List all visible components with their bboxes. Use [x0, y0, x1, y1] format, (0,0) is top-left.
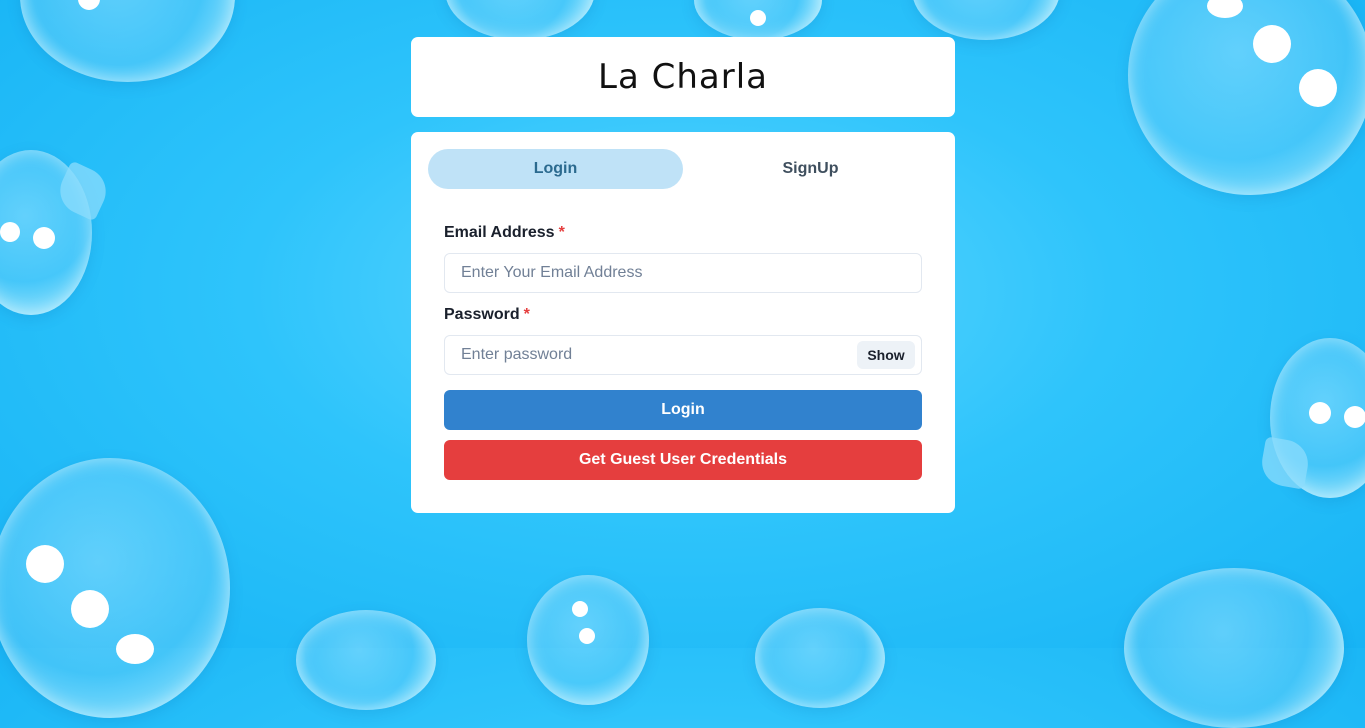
app-title: La Charla [598, 57, 768, 97]
show-password-button[interactable]: Show [857, 341, 915, 369]
password-field: Show [444, 335, 922, 375]
chat-bubble-decoration [0, 458, 230, 718]
tab-signup[interactable]: SignUp [683, 149, 938, 189]
chat-bubble-decoration [20, 0, 235, 82]
auth-card: Login SignUp Email Address* Password* Sh… [411, 132, 955, 513]
bubble-dot [33, 227, 55, 249]
chat-bubble-decoration [445, 0, 595, 40]
chat-bubble-decoration [912, 0, 1060, 40]
login-button[interactable]: Login [444, 390, 922, 430]
email-label-text: Email Address [444, 224, 555, 241]
required-mark: * [558, 224, 565, 241]
auth-tabs: Login SignUp [428, 149, 938, 189]
bubble-dot [750, 10, 766, 26]
password-input[interactable] [445, 336, 921, 374]
bubble-dot [1344, 406, 1365, 428]
chat-bubble-decoration [296, 610, 436, 710]
bubble-dot [26, 545, 64, 583]
bubble-dot [1253, 25, 1291, 63]
bubble-dot [579, 628, 595, 644]
bubble-dot [1299, 69, 1337, 107]
email-input[interactable] [445, 254, 921, 292]
chat-bubble-decoration [1124, 568, 1344, 728]
email-field [444, 253, 922, 293]
email-label: Email Address * [444, 224, 565, 242]
bubble-dot [0, 222, 20, 242]
tab-login[interactable]: Login [428, 149, 683, 189]
guest-credentials-button[interactable]: Get Guest User Credentials [444, 440, 922, 480]
bubble-dot [71, 590, 109, 628]
chat-bubble-decoration [755, 608, 885, 708]
bubble-dot [1309, 402, 1331, 424]
bubble-dot [116, 634, 154, 664]
app-header: La Charla [411, 37, 955, 117]
password-label-text: Password [444, 306, 520, 323]
password-label: Password * [444, 306, 530, 324]
required-mark: * [523, 306, 530, 323]
bubble-dot [572, 601, 588, 617]
